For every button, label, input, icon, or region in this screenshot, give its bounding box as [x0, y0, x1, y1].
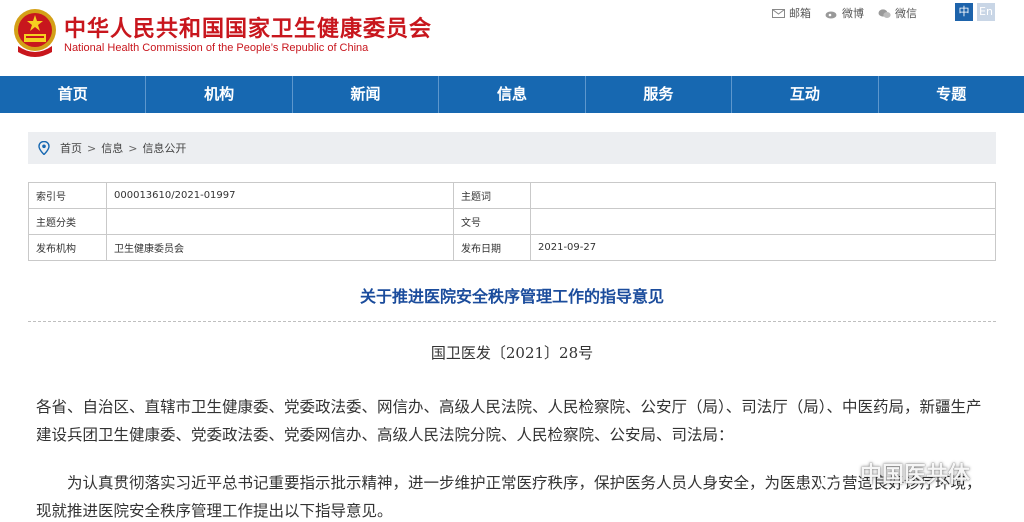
category-value: [106, 208, 454, 235]
wechat-link[interactable]: 微信: [878, 5, 917, 21]
main-nav: 首页 机构 新闻 信息 服务 互动 专题: [0, 76, 1024, 113]
weibo-link[interactable]: 微博: [825, 5, 864, 21]
breadcrumb-home[interactable]: 首页: [60, 140, 82, 156]
mail-link[interactable]: 邮箱: [772, 5, 811, 21]
top-links: 邮箱 微博 微信: [772, 4, 931, 22]
weibo-label: 微博: [842, 7, 864, 20]
breadcrumb-separator: >: [128, 141, 138, 155]
category-label: 主题分类: [28, 208, 107, 235]
breadcrumb-separator: >: [87, 141, 97, 155]
title-divider: [28, 321, 996, 322]
table-row: 主题分类 文号: [28, 208, 996, 235]
document-meta-table: 索引号 000013610/2021-01997 主题词 主题分类 文号 发布机…: [28, 182, 996, 261]
wechat-official-account-icon: [818, 459, 846, 488]
site-header: 中华人民共和国国家卫生健康委员会 National Health Commiss…: [0, 0, 1024, 76]
mail-label: 邮箱: [789, 7, 811, 20]
subject-label: 主题词: [453, 182, 531, 209]
site-title-english: National Health Commission of the People…: [64, 42, 369, 54]
publisher-value: 卫生健康委员会: [106, 234, 454, 261]
wechat-icon: [878, 8, 891, 18]
wechat-label: 微信: [895, 7, 917, 20]
date-label: 发布日期: [453, 234, 531, 261]
national-emblem-icon[interactable]: [12, 6, 58, 60]
mail-icon: [772, 8, 785, 18]
nav-item-topics[interactable]: 专题: [879, 76, 1024, 113]
nav-item-services[interactable]: 服务: [586, 76, 733, 113]
table-row: 发布机构 卫生健康委员会 发布日期 2021-09-27: [28, 234, 996, 261]
nav-item-news[interactable]: 新闻: [293, 76, 440, 113]
lang-chinese-button[interactable]: 中: [955, 3, 973, 21]
index-label: 索引号: [28, 182, 107, 209]
lang-english-button[interactable]: En: [977, 3, 995, 21]
watermark-text: 中国医共体: [860, 463, 971, 488]
breadcrumb: 首页 > 信息 > 信息公开: [28, 132, 996, 164]
subject-value: [530, 182, 996, 209]
nav-item-information[interactable]: 信息: [439, 76, 586, 113]
nav-item-home[interactable]: 首页: [0, 76, 147, 113]
site-title-chinese[interactable]: 中华人民共和国国家卫生健康委员会: [64, 11, 432, 43]
weibo-icon: [825, 11, 837, 18]
article-paragraph-addressees: 各省、自治区、直辖市卫生健康委、党委政法委、网信办、高级人民法院、人民检察院、公…: [36, 398, 982, 444]
nav-item-interaction[interactable]: 互动: [732, 76, 879, 113]
article-title: 关于推进医院安全秩序管理工作的指导意见: [359, 287, 664, 306]
date-value: 2021-09-27: [530, 234, 996, 261]
docno-label: 文号: [453, 208, 531, 235]
docno-value: [530, 208, 996, 235]
breadcrumb-disclosure[interactable]: 信息公开: [142, 140, 186, 156]
index-value: 000013610/2021-01997: [106, 182, 454, 209]
location-pin-icon: [38, 141, 50, 155]
publisher-label: 发布机构: [28, 234, 107, 261]
breadcrumb-information[interactable]: 信息: [101, 140, 123, 156]
document-number: 国卫医发〔2021〕28号: [430, 344, 594, 362]
watermark: 中国医共体: [818, 457, 970, 489]
table-row: 索引号 000013610/2021-01997 主题词: [28, 182, 996, 209]
nav-item-organization[interactable]: 机构: [146, 76, 293, 113]
